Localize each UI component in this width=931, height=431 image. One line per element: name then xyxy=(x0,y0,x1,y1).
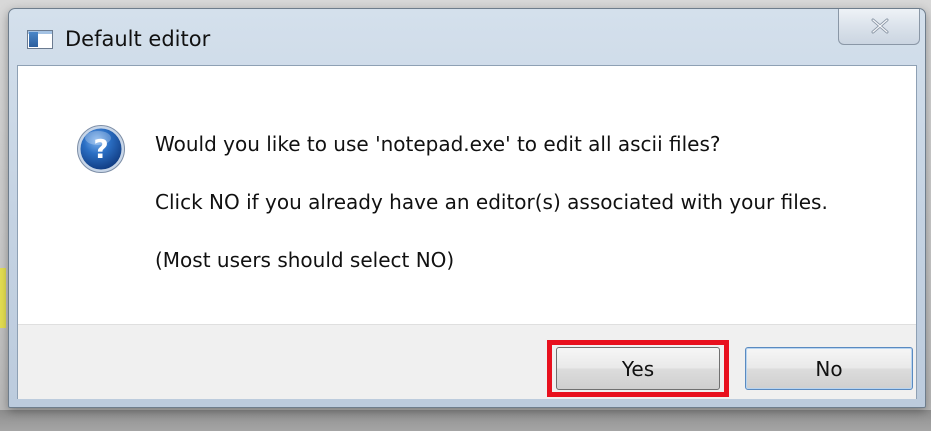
window-title: Default editor xyxy=(65,27,211,51)
button-bar: Yes No xyxy=(18,324,916,399)
message-note: (Most users should select NO) xyxy=(155,248,455,272)
background-shadow xyxy=(0,410,931,431)
app-window-icon xyxy=(27,30,53,49)
dialog-client-area: ? Would you like to use 'notepad.exe' to… xyxy=(17,65,917,399)
screenshot-stage: Default editor ? Would you like to use '… xyxy=(0,0,931,431)
question-icon: ? xyxy=(77,125,125,173)
close-button[interactable] xyxy=(838,9,920,45)
no-button[interactable]: No xyxy=(745,347,913,390)
svg-text:?: ? xyxy=(93,135,108,165)
message-question: Would you like to use 'notepad.exe' to e… xyxy=(155,132,721,156)
message-instruction: Click NO if you already have an editor(s… xyxy=(155,190,828,214)
yes-button[interactable]: Yes xyxy=(556,347,720,390)
close-icon xyxy=(871,18,889,34)
background-fragment xyxy=(0,268,6,328)
message-area: ? Would you like to use 'notepad.exe' to… xyxy=(18,66,916,324)
default-editor-dialog: Default editor ? Would you like to use '… xyxy=(8,8,926,408)
title-bar[interactable]: Default editor xyxy=(9,9,925,65)
